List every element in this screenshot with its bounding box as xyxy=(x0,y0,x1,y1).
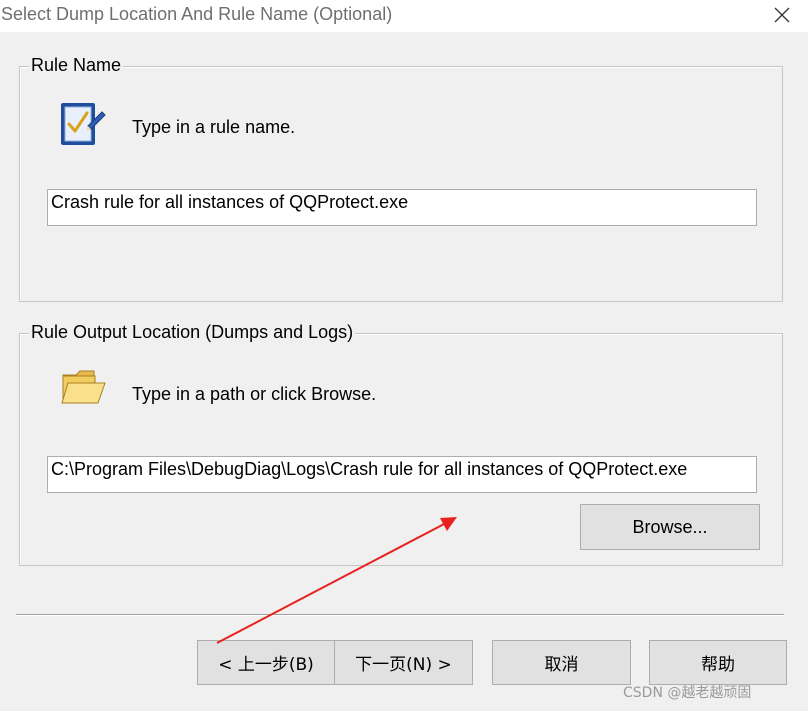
browse-button[interactable]: Browse... xyxy=(580,504,760,550)
cancel-button[interactable]: 取消 xyxy=(492,640,631,685)
output-location-hint: Type in a path or click Browse. xyxy=(132,384,377,404)
output-location-group: Rule Output Location (Dumps and Logs) Ty… xyxy=(19,322,783,566)
folder-icon xyxy=(60,367,108,412)
title-bar: Select Dump Location And Rule Name (Opti… xyxy=(0,0,808,32)
back-button[interactable]: < 上一步(B) xyxy=(197,640,335,685)
window-title: Select Dump Location And Rule Name (Opti… xyxy=(1,4,393,24)
checklist-pen-icon xyxy=(58,100,108,153)
output-location-legend: Rule Output Location (Dumps and Logs) xyxy=(29,322,356,343)
output-path-input[interactable]: C:\Program Files\DebugDiag\Logs\Crash ru… xyxy=(47,456,757,493)
close-icon xyxy=(774,7,790,23)
next-button[interactable]: 下一页(N) > xyxy=(334,640,473,685)
footer-separator xyxy=(16,614,784,616)
rule-name-group: Rule Name Type in a rule name. Crash rul… xyxy=(19,55,783,302)
rule-name-hint: Type in a rule name. xyxy=(132,117,296,137)
close-button[interactable] xyxy=(766,0,798,30)
help-button[interactable]: 帮助 xyxy=(649,640,787,685)
watermark-text: CSDN @越老越顽固 xyxy=(623,685,752,701)
rule-name-legend: Rule Name xyxy=(29,55,124,76)
rule-name-input[interactable]: Crash rule for all instances of QQProtec… xyxy=(47,189,757,226)
